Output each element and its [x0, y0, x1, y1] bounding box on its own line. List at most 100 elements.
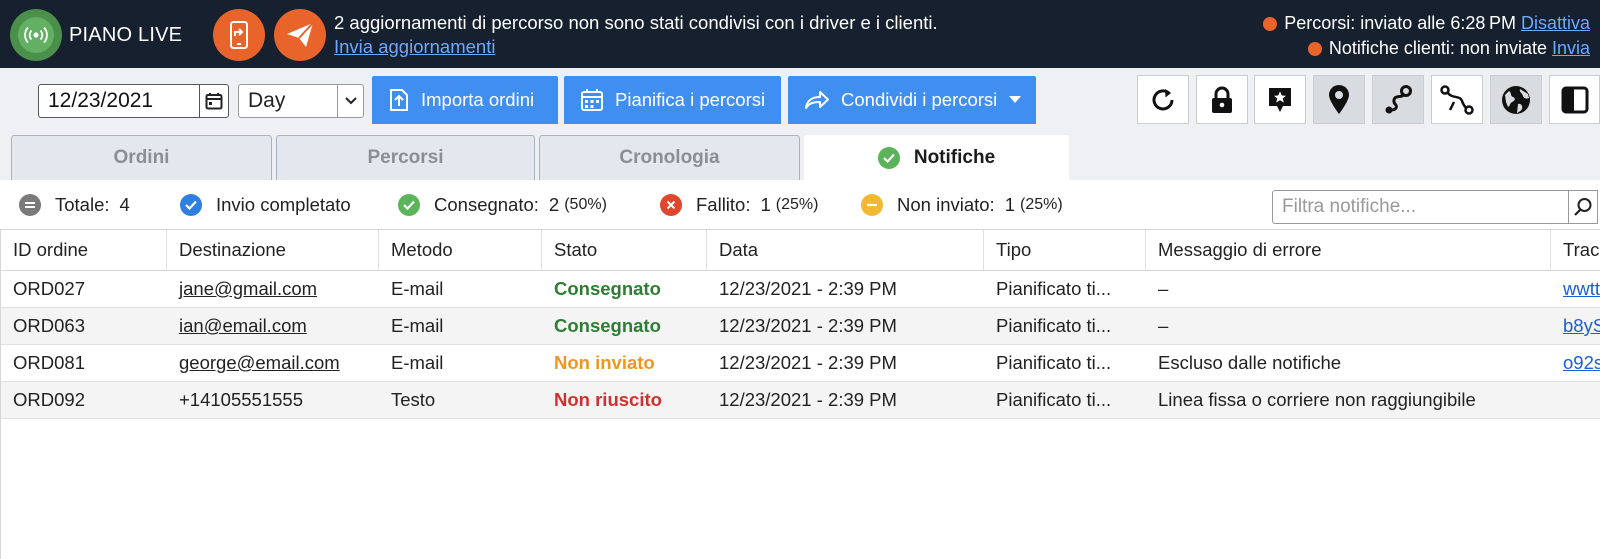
filter-notifications-input[interactable] [1272, 190, 1568, 224]
complete-label: Invio completato [216, 194, 351, 215]
table-row[interactable]: ORD027 jane@gmail.com E-mail Consegnato … [1, 271, 1600, 308]
status-failed: Non riuscito [554, 389, 662, 410]
calendar-icon [205, 93, 223, 110]
lock-button[interactable] [1196, 75, 1248, 124]
tab-strip: Ordini Percorsi Cronologia Notifiche [0, 124, 1600, 180]
view-select[interactable]: Day [238, 84, 364, 118]
table-row[interactable]: ORD092 +14105551555 Testo Non riuscito 1… [1, 382, 1600, 419]
chevron-down-icon [337, 85, 363, 117]
import-file-icon [390, 89, 408, 111]
tab-history-label: Cronologia [619, 147, 720, 168]
mobile-share-button[interactable] [213, 9, 265, 61]
column-header-method[interactable]: Metodo [379, 230, 542, 270]
type: Pianificato ti... [996, 389, 1112, 410]
destination-email[interactable]: george@email.com [179, 352, 340, 374]
location-button[interactable] [1313, 75, 1365, 124]
send-notifications-link[interactable]: Invia [1552, 36, 1590, 61]
plan-routes-button[interactable]: Pianifica i percorsi [564, 76, 781, 124]
routes-status-dot [1263, 16, 1278, 31]
sharing-status: Percorsi: inviato alle 6:28 PM Disattiva… [1263, 11, 1590, 61]
type: Pianificato ti... [996, 315, 1112, 336]
failed-percent: (25%) [775, 196, 819, 213]
toolbar: Day Importa ordini Pianifica i percorsi … [0, 68, 1600, 124]
check-circle-icon [398, 194, 420, 216]
summary-failed: Fallito: 1 (25%) [660, 194, 818, 216]
date: 12/23/2021 - 2:39 PM [719, 315, 897, 336]
share-routes-button[interactable]: Condividi i percorsi [788, 76, 1036, 124]
route-share-button[interactable] [1431, 75, 1483, 124]
destination-email[interactable]: ian@email.com [179, 315, 307, 337]
tab-routes-label: Percorsi [367, 147, 444, 168]
tracking-link[interactable]: wwtt [1563, 278, 1600, 300]
tab-orders[interactable]: Ordini [11, 135, 272, 180]
send-button[interactable] [274, 9, 326, 61]
routes-status-text: Percorsi: inviato alle 6:28 PM [1284, 13, 1516, 33]
delivered-label: Consegnato: [434, 194, 539, 215]
tab-routes[interactable]: Percorsi [276, 135, 535, 180]
notifications-status-dot [1307, 41, 1322, 56]
column-header-date[interactable]: Data [707, 230, 984, 270]
tracking-link[interactable]: b8yS [1563, 315, 1600, 337]
notice-message: 2 aggiornamenti di percorso non sono sta… [334, 12, 938, 33]
summary-unsent: Non inviato: 1 (25%) [861, 194, 1063, 216]
top-bar: PIANO LIVE 2 aggiornamenti di percorso n… [0, 0, 1600, 68]
type: Pianificato ti... [996, 352, 1112, 373]
summary-delivered: Consegnato: 2 (50%) [398, 194, 607, 216]
status-not-sent: Non inviato [554, 352, 655, 373]
method: Testo [391, 389, 436, 410]
minus-circle-icon [861, 194, 883, 216]
live-broadcast-icon [10, 9, 62, 61]
globe-icon [1502, 85, 1530, 114]
table-row[interactable]: ORD063 ian@email.com E-mail Consegnato 1… [1, 308, 1600, 345]
lock-icon [1212, 86, 1232, 113]
notifications-summary: Totale: 4 Invio completato Consegnato: 2… [0, 180, 1600, 229]
order-id: ORD063 [13, 315, 85, 336]
view-select-value: Day [248, 89, 286, 112]
column-header-destination[interactable]: Destinazione [167, 230, 379, 270]
total-value: 4 [119, 194, 130, 215]
filter-search-button[interactable] [1568, 190, 1598, 224]
status-delivered: Consegnato [554, 278, 661, 299]
unsent-value: 1 [1004, 194, 1015, 215]
sidebar-toggle-button[interactable] [1549, 75, 1600, 124]
search-icon [1574, 198, 1592, 216]
column-header-error[interactable]: Messaggio di errore [1146, 230, 1551, 270]
notification-filter [1272, 190, 1600, 224]
calendar-button[interactable] [199, 84, 229, 118]
check-circle-icon [180, 194, 202, 216]
import-orders-label: Importa ordini [421, 89, 535, 110]
tab-notifications[interactable]: Notifiche [804, 135, 1069, 180]
error-message: Linea fissa o corriere non raggiungibile [1158, 389, 1476, 410]
send-updates-link[interactable]: Invia aggiornamenti [334, 36, 495, 57]
share-routes-label: Condividi i percorsi [841, 89, 998, 110]
import-orders-button[interactable]: Importa ordini [372, 76, 558, 124]
method: E-mail [391, 315, 444, 336]
summary-complete: Invio completato [180, 194, 351, 216]
refresh-icon [1152, 88, 1174, 110]
type: Pianificato ti... [996, 278, 1112, 299]
location-pin-icon [1329, 84, 1349, 114]
brand[interactable]: PIANO LIVE [10, 9, 182, 61]
sidebar-toggle-icon [1561, 86, 1588, 113]
column-header-tracking[interactable]: Trac [1551, 230, 1600, 270]
error-message: – [1158, 315, 1169, 336]
check-circle-icon [877, 147, 900, 169]
destination-email[interactable]: jane@gmail.com [179, 278, 317, 300]
tab-history[interactable]: Cronologia [539, 135, 800, 180]
tracking-link[interactable]: o92s [1563, 352, 1600, 374]
error-message: – [1158, 278, 1169, 299]
route-update-notice: 2 aggiornamenti di percorso non sono sta… [334, 11, 938, 59]
date-input[interactable] [38, 84, 200, 118]
route-icon [1385, 84, 1412, 113]
disable-routes-link[interactable]: Disattiva [1521, 11, 1590, 36]
column-header-type[interactable]: Tipo [984, 230, 1146, 270]
date: 12/23/2021 - 2:39 PM [719, 278, 897, 299]
column-header-state[interactable]: Stato [542, 230, 707, 270]
refresh-button[interactable] [1137, 75, 1189, 124]
route-button[interactable] [1372, 75, 1424, 124]
column-header-order-id[interactable]: ID ordine [1, 230, 167, 270]
table-row[interactable]: ORD081 george@email.com E-mail Non invia… [1, 345, 1600, 382]
favorite-location-button[interactable] [1254, 75, 1306, 124]
method: E-mail [391, 278, 444, 299]
globe-button[interactable] [1490, 75, 1542, 124]
